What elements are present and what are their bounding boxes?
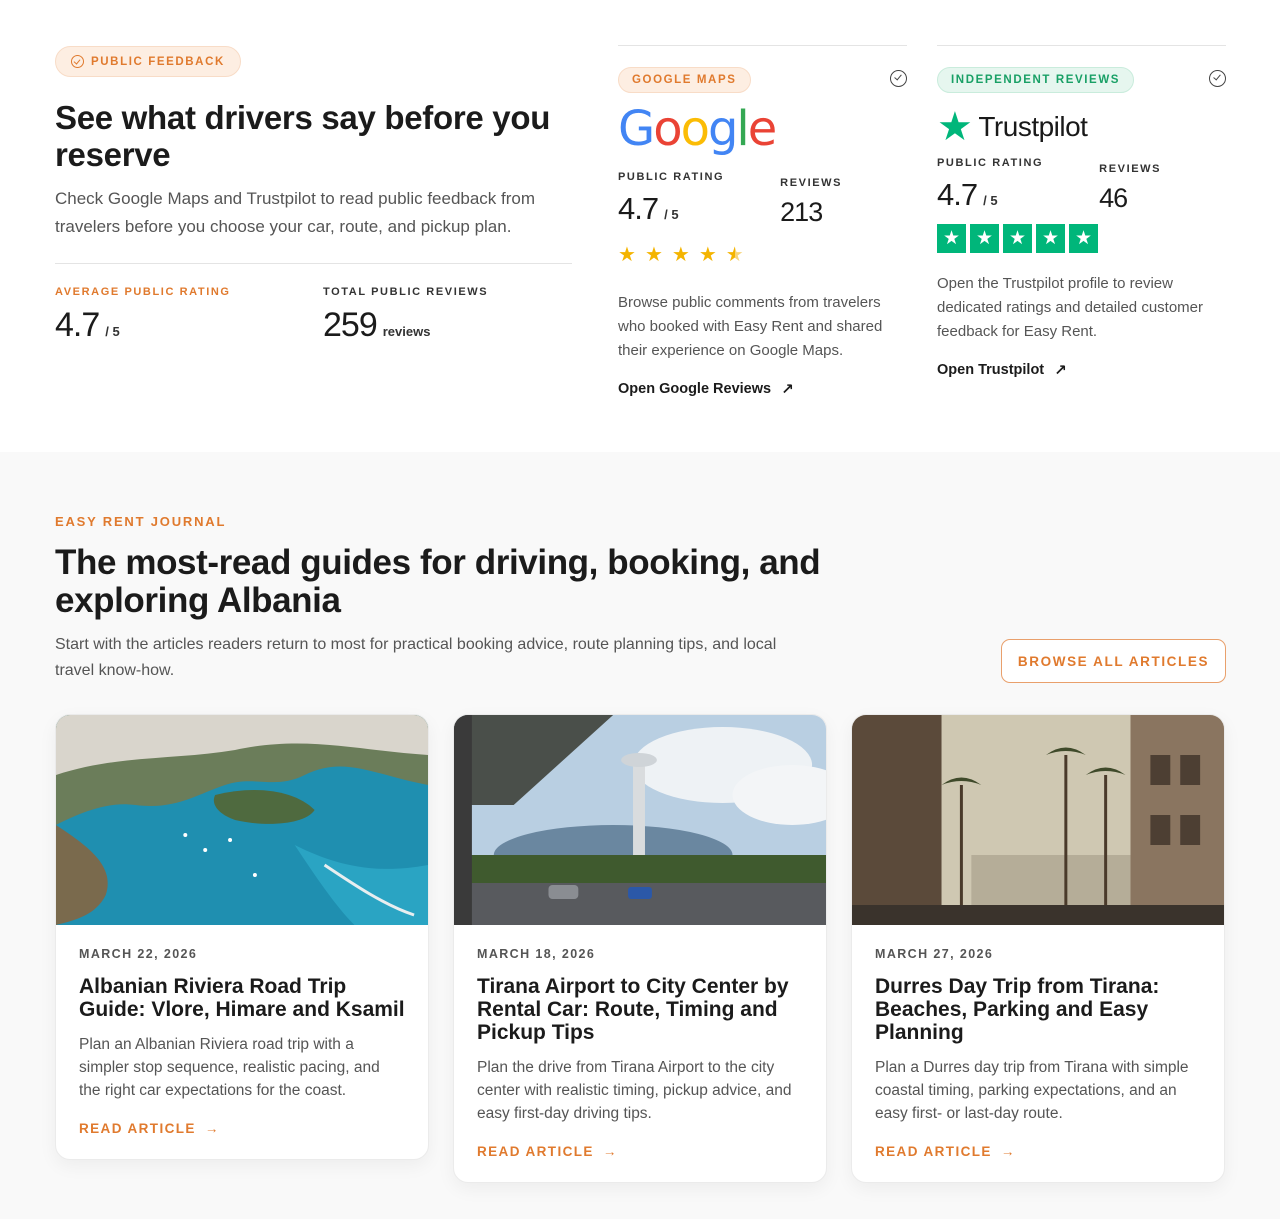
article-description: Plan a Durres day trip from Tirana with … [875, 1059, 1189, 1122]
article-card[interactable]: MARCH 22, 2026 Albanian Riviera Road Tri… [55, 714, 429, 1160]
journal-tag: EASY RENT JOURNAL [55, 514, 227, 529]
trustpilot-rating-value: 4.7 [937, 177, 978, 212]
trustpilot-description: Open the Trustpilot profile to review de… [937, 275, 1204, 340]
average-rating-suffix: / 5 [105, 324, 120, 339]
link-label: Open Google Reviews [618, 381, 772, 397]
google-star-rating: ★ ★ ★ ★ ★ [618, 242, 907, 267]
arrow-up-right-icon: ↗ [781, 381, 794, 398]
trustpilot-star-rating: ★ ★ ★ ★ ★ [937, 224, 1226, 253]
star-icon: ★ [937, 224, 966, 253]
star-icon: ★ [644, 244, 663, 266]
average-rating-stat: AVERAGE PUBLIC RATING 4.7 / 5 [55, 286, 231, 345]
total-reviews-stat: TOTAL PUBLIC REVIEWS 259 reviews [323, 286, 488, 345]
verified-icon [1209, 70, 1226, 87]
article-description: Plan the drive from Tirana Airport to th… [477, 1059, 792, 1122]
link-label: READ ARTICLE [875, 1144, 992, 1159]
arrow-right-icon: → [204, 1121, 220, 1136]
google-rating-value: 4.7 [618, 191, 659, 226]
star-icon: ★ [618, 244, 636, 266]
independent-reviews-badge: INDEPENDENT REVIEWS [937, 67, 1135, 93]
google-rating-label: PUBLIC RATING [618, 171, 725, 183]
journal-title: The most-read guides for driving, bookin… [55, 543, 821, 620]
article-title: Durres Day Trip from Tirana: Beaches, Pa… [875, 975, 1160, 1044]
read-article-link[interactable]: READ ARTICLE → [875, 1144, 1016, 1159]
link-label: READ ARTICLE [477, 1144, 594, 1159]
star-icon: ★ [698, 244, 717, 266]
google-description: Browse public comments from travelers wh… [618, 294, 883, 359]
total-reviews-suffix: reviews [382, 324, 431, 339]
star-icon: ★ [1003, 224, 1032, 253]
article-date: MARCH 27, 2026 [875, 947, 994, 961]
link-label: READ ARTICLE [79, 1121, 196, 1136]
article-card[interactable]: MARCH 27, 2026 Durres Day Trip from Tira… [851, 714, 1225, 1183]
trustpilot-logo: ★ Trustpilot [937, 105, 1226, 149]
check-circle-icon [71, 55, 84, 68]
google-review-card: GOOGLE MAPS Google PUBLIC RATING 4.7 / 5… [618, 45, 907, 398]
total-reviews-label: TOTAL PUBLIC REVIEWS [323, 286, 489, 298]
reviews-section: PUBLIC FEEDBACK See what drivers say bef… [0, 0, 1280, 452]
read-article-link[interactable]: READ ARTICLE → [79, 1121, 220, 1136]
article-title: Albanian Riviera Road Trip Guide: Vlore,… [79, 975, 405, 1021]
google-rating-suffix: / 5 [664, 207, 679, 222]
trustpilot-rating-stat: PUBLIC RATING 4.7 / 5 [937, 157, 1043, 214]
open-trustpilot-link[interactable]: Open Trustpilot ↗ [937, 361, 1067, 379]
journal-description: Start with the articles readers return t… [55, 636, 777, 679]
article-image-durres [852, 715, 1224, 925]
star-icon: ★ [970, 224, 999, 253]
star-icon: ★ [1036, 224, 1065, 253]
google-reviews-stat: REVIEWS 213 [780, 177, 842, 228]
trustpilot-reviews-value: 46 [1099, 183, 1128, 213]
article-date: MARCH 18, 2026 [477, 947, 596, 961]
article-card[interactable]: MARCH 18, 2026 Tirana Airport to City Ce… [453, 714, 827, 1183]
trustpilot-review-card: INDEPENDENT REVIEWS ★ Trustpilot PUBLIC … [937, 45, 1226, 379]
average-rating-label: AVERAGE PUBLIC RATING [55, 286, 231, 298]
google-reviews-value: 213 [780, 197, 823, 227]
article-image-airport [454, 715, 826, 925]
trustpilot-rating-label: PUBLIC RATING [937, 157, 1044, 169]
google-logo: Google [618, 101, 777, 157]
badge-label: PUBLIC FEEDBACK [91, 55, 225, 68]
trustpilot-reviews-stat: REVIEWS 46 [1099, 163, 1161, 214]
read-article-link[interactable]: READ ARTICLE → [477, 1144, 618, 1159]
hero-title: See what drivers say before you reserve [55, 99, 551, 173]
google-rating-stat: PUBLIC RATING 4.7 / 5 [618, 171, 724, 228]
half-star-icon: ★ [725, 244, 744, 266]
verified-icon [890, 70, 907, 87]
open-google-reviews-link[interactable]: Open Google Reviews ↗ [618, 380, 794, 398]
trustpilot-rating-suffix: / 5 [983, 193, 998, 208]
star-icon: ★ [1069, 224, 1098, 253]
article-image-riviera [56, 715, 428, 925]
divider [55, 263, 572, 264]
google-maps-badge: GOOGLE MAPS [618, 67, 751, 93]
total-reviews-value: 259 [323, 306, 378, 344]
average-rating-value: 4.7 [55, 306, 100, 344]
arrow-up-right-icon: ↗ [1054, 362, 1067, 379]
arrow-right-icon: → [602, 1144, 618, 1159]
google-reviews-label: REVIEWS [780, 177, 843, 189]
journal-section: EASY RENT JOURNAL The most-read guides f… [0, 452, 1280, 1219]
trustpilot-star-icon: ★ [937, 105, 973, 149]
article-title: Tirana Airport to City Center by Rental … [477, 975, 789, 1044]
article-description: Plan an Albanian Riviera road trip with … [79, 1036, 380, 1099]
article-date: MARCH 22, 2026 [79, 947, 198, 961]
trustpilot-reviews-label: REVIEWS [1099, 163, 1162, 175]
public-feedback-badge: PUBLIC FEEDBACK [55, 46, 241, 77]
trustpilot-logo-text: Trustpilot [978, 111, 1088, 142]
link-label: Open Trustpilot [937, 362, 1045, 378]
arrow-right-icon: → [1000, 1144, 1016, 1159]
browse-all-articles-button[interactable]: BROWSE ALL ARTICLES [1001, 639, 1226, 683]
hero-description: Check Google Maps and Trustpilot to read… [55, 189, 536, 236]
star-icon: ★ [671, 244, 690, 266]
